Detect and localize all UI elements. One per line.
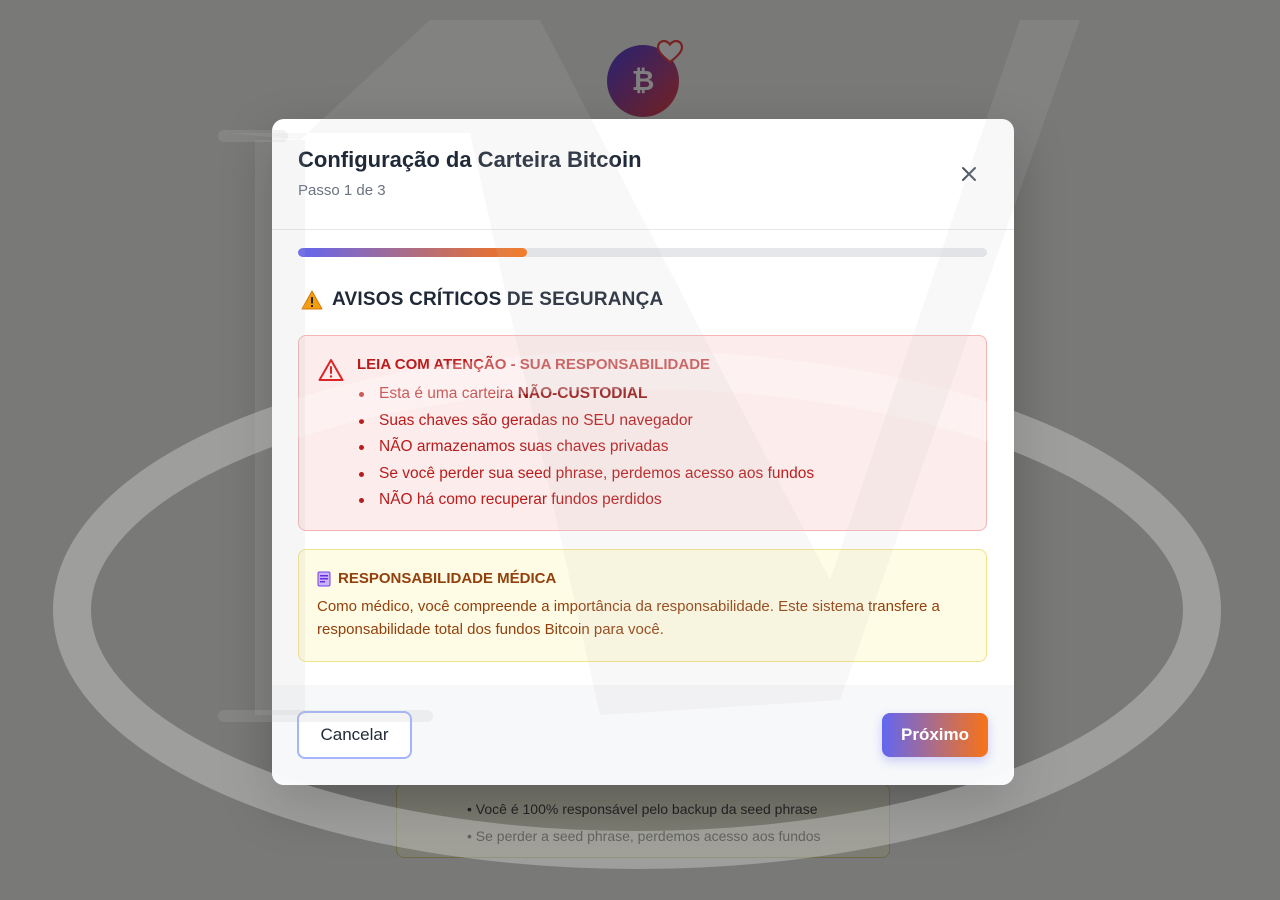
cancel-button[interactable]: Cancelar [297,711,412,759]
progress-fill [298,248,528,257]
warning-icon [301,290,323,310]
next-button[interactable]: Próximo [882,713,988,757]
section-title: AVISOS CRÍTICOS DE SEGURANÇA [298,289,988,311]
alert-item-text: NÃO armazenamos suas chaves privadas [379,438,669,455]
modal-footer: Cancelar Próximo [272,685,1014,785]
medical-alert-text: Como médico, você compreende a importânc… [317,598,940,638]
wallet-setup-modal: Configuração da Carteira Bitcoin Passo 1… [272,119,1014,785]
step-indicator: Passo 1 de 3 [298,182,386,199]
medical-alert-title: RESPONSABILIDADE MÉDICA [317,570,968,587]
alert-item-emphasis: NÃO-CUSTODIAL [517,385,648,402]
alert-triangle-icon [318,359,344,381]
alert-list: Esta é uma carteira NÃO-CUSTODIAL Suas c… [357,381,968,514]
close-button[interactable] [958,163,980,185]
alert-list-item: Esta é uma carteira NÃO-CUSTODIAL [357,381,968,408]
modal-body: AVISOS CRÍTICOS DE SEGURANÇA LEIA COM AT… [272,230,1014,662]
progress-bar [298,248,987,257]
alert-list-item: NÃO há como recuperar fundos perdidos [357,487,968,514]
alert-list-item: Se você perder sua seed phrase, perdemos… [357,461,968,488]
alert-list-item: NÃO armazenamos suas chaves privadas [357,434,968,461]
section-title-text: AVISOS CRÍTICOS DE SEGURANÇA [332,289,664,310]
alert-item-text: Suas chaves são geradas no SEU navegador [379,411,693,429]
alert-list-item: Suas chaves são geradas no SEU navegador [357,408,968,435]
modal-title: Configuração da Carteira Bitcoin [298,147,642,172]
alert-item-text: Esta é uma carteira [379,385,518,402]
alert-item-text: Se você perder sua seed phrase, perdemos… [379,464,815,482]
medical-document-icon [317,571,331,586]
responsibility-alert: LEIA COM ATENÇÃO - SUA RESPONSABILIDADE … [298,335,987,531]
modal-header: Configuração da Carteira Bitcoin Passo 1… [272,119,1014,230]
close-icon [962,167,976,181]
medical-alert-title-text: RESPONSABILIDADE MÉDICA [338,570,557,587]
alert-title: LEIA COM ATENÇÃO - SUA RESPONSABILIDADE [357,356,711,373]
medical-responsibility-alert: RESPONSABILIDADE MÉDICA Como médico, voc… [298,549,987,662]
alert-item-text: NÃO há como recuperar fundos perdidos [379,491,662,508]
